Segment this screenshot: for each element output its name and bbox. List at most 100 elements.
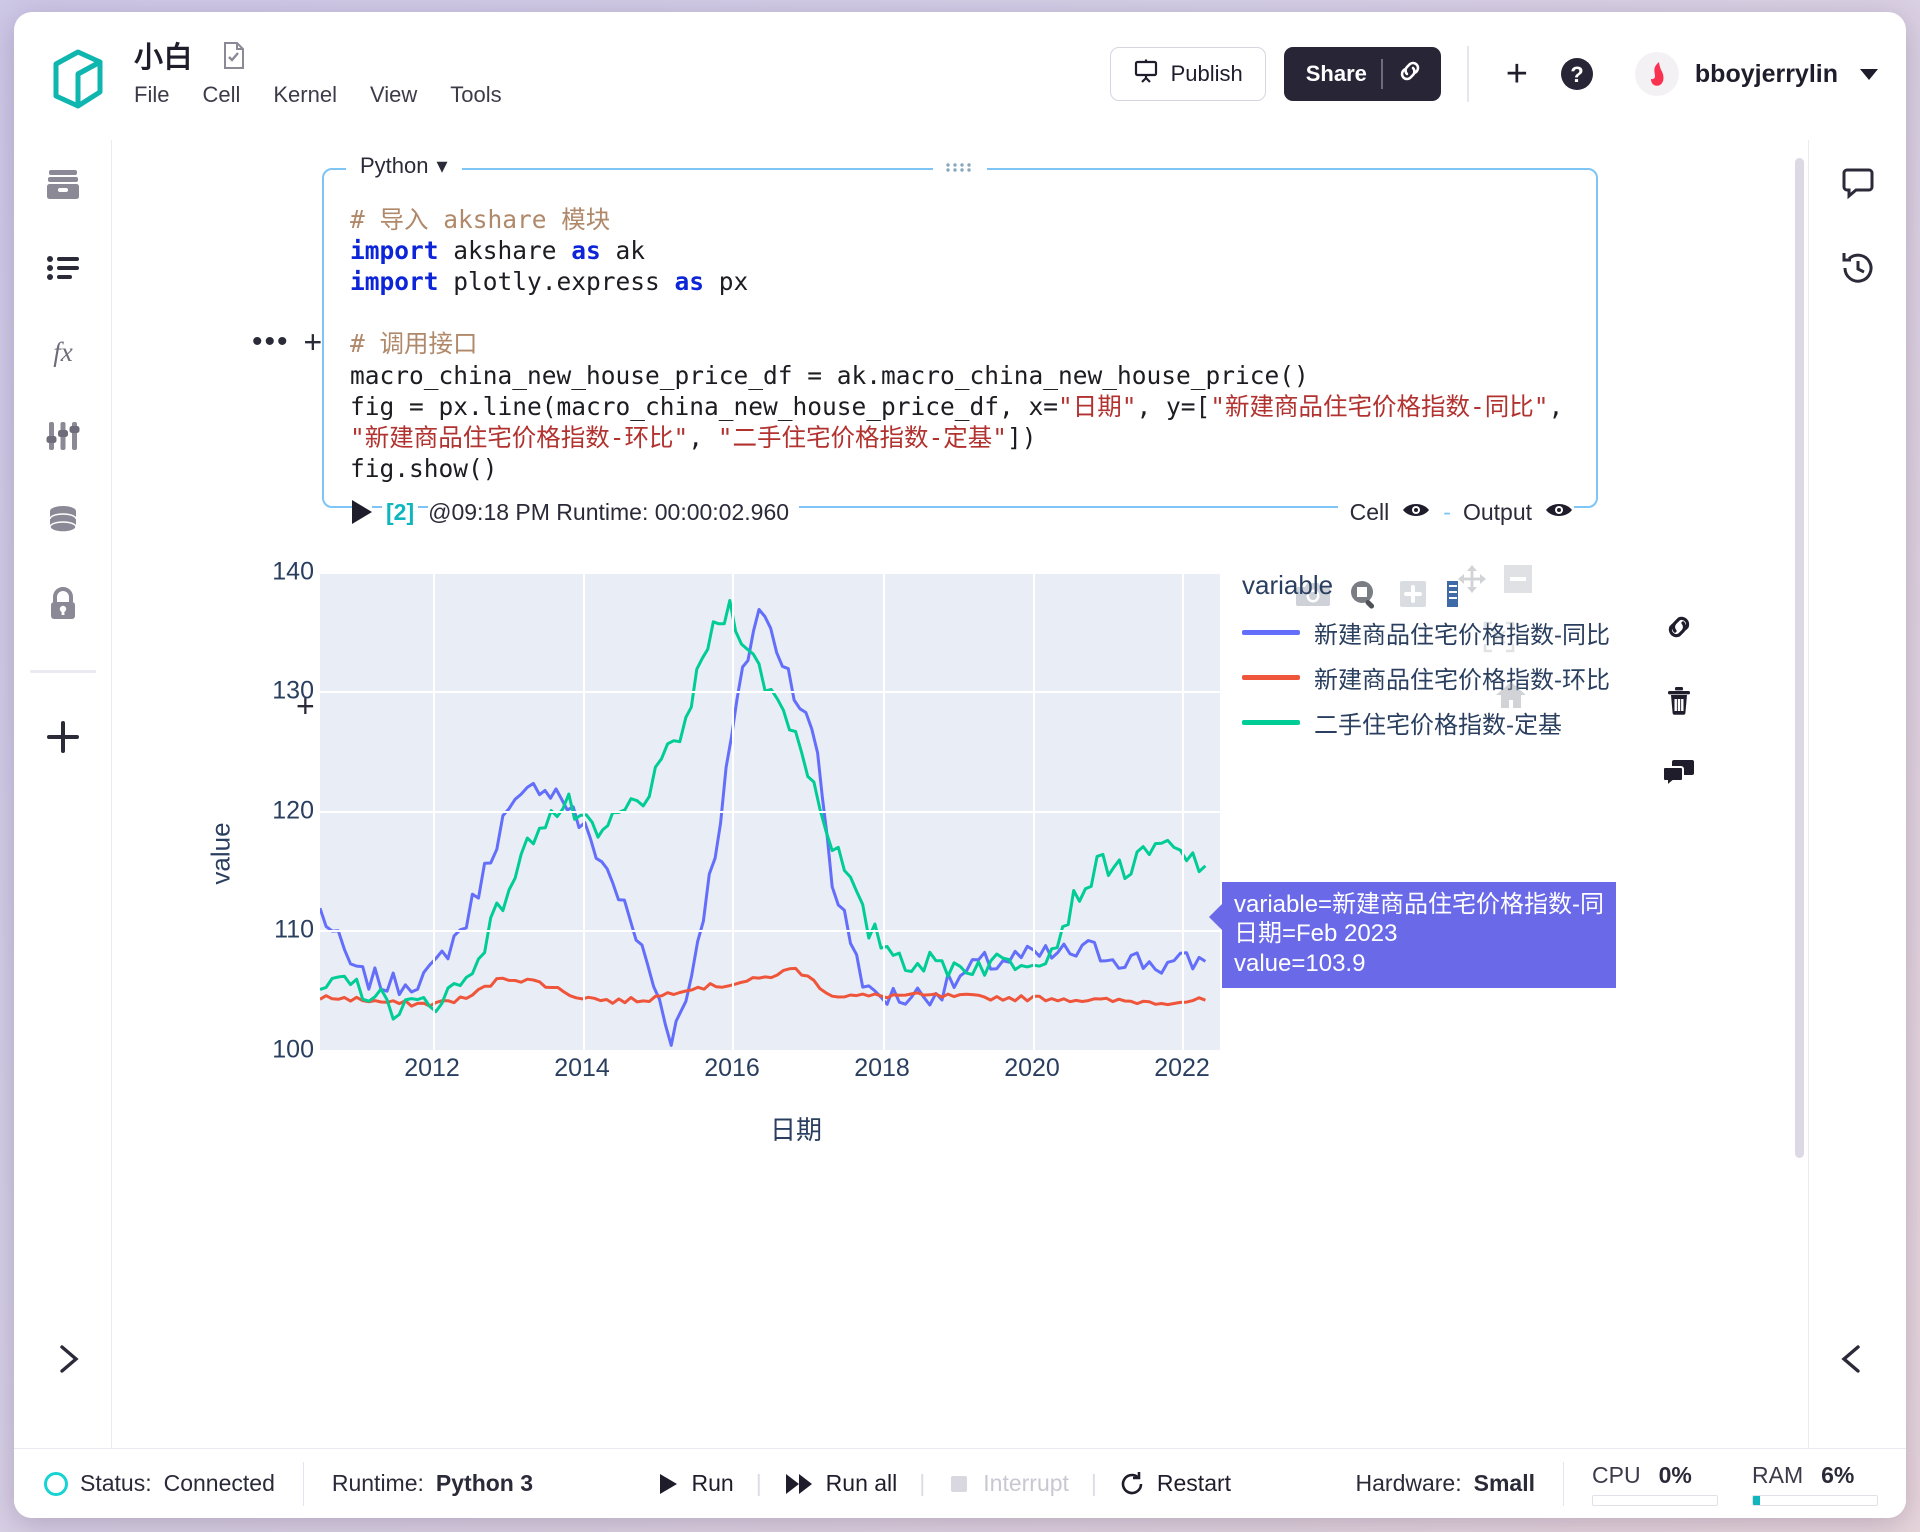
top-header: 小白 File Cell Kernel View Tools Publish S… — [14, 12, 1906, 140]
share-button[interactable]: Share — [1283, 47, 1441, 101]
ram-gauge: RAM 6% — [1752, 1462, 1878, 1506]
cpu-gauge: CPU 0% — [1592, 1462, 1718, 1506]
sidebar-item-sliders[interactable] — [41, 414, 85, 458]
publish-button[interactable]: Publish — [1109, 47, 1266, 101]
resource-gauges: CPU 0% RAM 6% — [1592, 1462, 1878, 1506]
legend-overlay-tools — [1457, 564, 1533, 599]
menu-item-cell[interactable]: Cell — [202, 82, 240, 108]
autoscale-icon[interactable] — [1482, 620, 1516, 659]
status-indicator-icon — [44, 1471, 68, 1496]
hardware-label: Hardware: — [1355, 1470, 1462, 1496]
left-sidebar: fx — [14, 140, 112, 1448]
sidebar-item-fx[interactable]: fx — [41, 330, 85, 374]
vertical-scrollbar[interactable] — [1795, 158, 1804, 1158]
run-button[interactable]: Run — [657, 1470, 734, 1497]
help-icon[interactable]: ? — [1559, 56, 1595, 92]
code-line-3: import plotly.express as px — [350, 267, 749, 297]
comments-panel-icon[interactable] — [1836, 162, 1880, 206]
history-panel-icon[interactable] — [1836, 246, 1880, 290]
interrupt-button: Interrupt — [947, 1470, 1069, 1497]
cell-eye-icon[interactable] — [1401, 500, 1431, 525]
home-icon[interactable] — [1495, 680, 1527, 715]
run-cell-button[interactable] — [352, 500, 372, 525]
legend-label: 新建商品住宅价格指数-环比 — [1314, 666, 1610, 694]
code-line-comment-2: # 调用接口 — [350, 329, 478, 359]
svg-text:fx: fx — [53, 337, 73, 367]
y-tick: 100 — [272, 1035, 314, 1064]
runbar-dash: - — [1443, 498, 1451, 525]
presentation-icon — [1133, 58, 1159, 90]
notebook-canvas: ••• + + Python ▾ # 导入 akshare 模块 import … — [112, 140, 1808, 1448]
publish-label: Publish — [1170, 61, 1243, 86]
menu-item-file[interactable]: File — [134, 82, 169, 108]
interrupt-label: Interrupt — [983, 1470, 1069, 1496]
y-tick: 130 — [272, 676, 314, 705]
execution-time: @09:18 PM Runtime: 00:00:02.960 — [428, 498, 800, 526]
cell-run-bar: [2] @09:18 PM Runtime: 00:00:02.960 Cell… — [324, 498, 1596, 526]
y-axis-label: value — [205, 822, 236, 885]
code-cell[interactable]: Python ▾ # 导入 akshare 模块 import akshare … — [322, 153, 1598, 526]
cell-language-label: Python — [360, 153, 429, 178]
document-check-icon[interactable] — [223, 41, 245, 69]
runtime-info[interactable]: Runtime: Python 3 — [332, 1470, 533, 1497]
x-axis-label: 日期 — [770, 1114, 823, 1145]
share-label: Share — [1305, 61, 1367, 86]
hardware-info[interactable]: Hardware: Small — [1356, 1470, 1535, 1497]
output-eye-icon[interactable] — [1544, 500, 1574, 525]
notebook-title[interactable]: 小白 — [134, 34, 193, 76]
cell-language-selector[interactable]: Python ▾ — [346, 153, 462, 179]
plot-area[interactable] — [318, 571, 1220, 1052]
menu-item-kernel[interactable]: Kernel — [273, 82, 337, 108]
move-icon[interactable] — [1457, 564, 1487, 599]
minimize-icon[interactable] — [1503, 564, 1533, 599]
footer-divider — [302, 1461, 304, 1506]
username-label: bboyjerrylin — [1694, 59, 1838, 88]
execution-count: [2] — [382, 498, 419, 526]
run-all-label: Run all — [825, 1470, 898, 1496]
sidebar-add-button[interactable] — [41, 715, 85, 759]
legend-item[interactable]: 新建商品住宅价格指数-同比 — [1242, 615, 1610, 650]
footer-pipe: | — [755, 1470, 762, 1496]
menu-item-view[interactable]: View — [370, 82, 417, 108]
chart-tooltip: variable=新建商品住宅价格指数-同 日期=Feb 2023 value=… — [1208, 881, 1617, 988]
user-menu[interactable]: bboyjerrylin — [1634, 52, 1878, 96]
plotly-chart[interactable]: value 140 130 120 110 100 2012 2014 2016… — [206, 557, 1617, 1162]
legend-swatch — [1242, 629, 1300, 635]
header-divider — [1466, 46, 1469, 102]
status-value: Connected — [163, 1470, 275, 1496]
run-all-button[interactable]: Run all — [784, 1470, 898, 1497]
menu-item-tools[interactable]: Tools — [450, 82, 501, 108]
header-actions: Publish Share + ? bboyjerrylin — [1109, 46, 1878, 102]
sidebar-expand-icon[interactable] — [54, 1339, 84, 1384]
sidebar-item-list[interactable] — [41, 246, 85, 290]
y-axis-ticks: 140 130 120 110 100 — [252, 557, 314, 1063]
runtime-label: Runtime: — [331, 1470, 424, 1496]
kernel-status: Status: Connected — [44, 1470, 275, 1497]
legend-swatch — [1242, 674, 1300, 680]
cell-visibility-label: Cell — [1349, 498, 1390, 525]
menu-bar: File Cell Kernel View Tools — [134, 82, 502, 108]
cpu-value: 0% — [1658, 1461, 1692, 1488]
sidebar-item-database[interactable] — [41, 498, 85, 542]
cell-drag-handle[interactable] — [933, 160, 987, 179]
notebook-title-block: 小白 File Cell Kernel View Tools — [134, 34, 502, 108]
add-button[interactable]: + — [1495, 55, 1539, 93]
code-line-7: fig = px.line(macro_china_new_house_pric… — [350, 391, 1579, 452]
restart-button[interactable]: Restart — [1119, 1470, 1231, 1497]
sidebar-divider — [29, 670, 96, 673]
main-body: fx ••• + + Python ▾ # 导入 akshare 模块 impo… — [14, 140, 1906, 1448]
status-label: Status: — [80, 1470, 152, 1496]
code-line-comment-1: # 导入 akshare 模块 — [350, 205, 611, 234]
sidebar-collapse-icon[interactable] — [1836, 1339, 1866, 1384]
tooltip-line-2: 日期=Feb 2023 — [1234, 920, 1398, 948]
ram-value: 6% — [1821, 1461, 1855, 1488]
code-line-8: fig.show() — [350, 453, 498, 483]
sidebar-item-archive[interactable] — [41, 162, 85, 206]
link-icon[interactable] — [1397, 58, 1423, 90]
code-line-2: import akshare as ak — [350, 236, 646, 266]
tooltip-line-1: variable=新建商品住宅价格指数-同 — [1234, 890, 1605, 918]
sidebar-item-lock[interactable] — [41, 582, 85, 626]
footer-divider — [1563, 1461, 1564, 1506]
code-editor[interactable]: # 导入 akshare 模块 import akshare as ak imp… — [350, 204, 1570, 484]
